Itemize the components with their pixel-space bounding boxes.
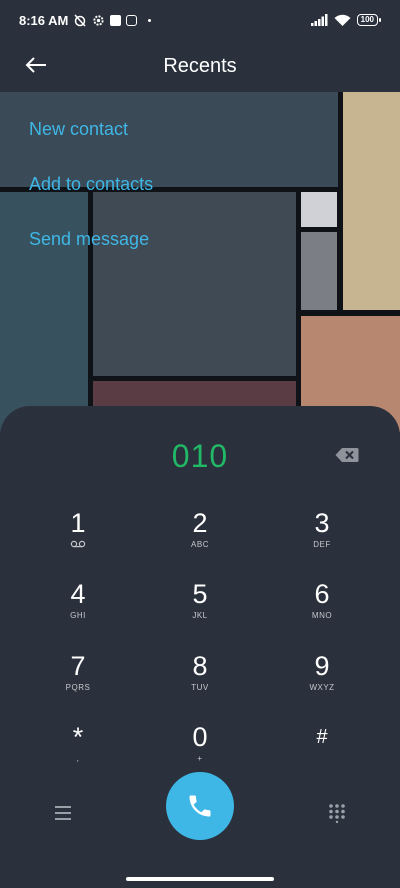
key-digit: #	[316, 726, 328, 748]
key-3[interactable]: 3 DEF	[267, 508, 377, 570]
dot-icon	[148, 18, 152, 22]
voicemail-icon	[70, 540, 86, 550]
battery-level: 100	[360, 15, 374, 24]
key-letters: ABC	[191, 540, 209, 549]
home-indicator[interactable]	[126, 877, 274, 881]
wallpaper-tile	[301, 192, 337, 227]
signal-icon	[310, 14, 328, 26]
square-icon	[110, 14, 122, 26]
key-hash[interactable]: #	[267, 722, 377, 784]
status-left: 8:16 AM	[19, 12, 152, 28]
key-digit: 5	[192, 579, 208, 609]
key-9[interactable]: 9 WXYZ	[267, 651, 377, 713]
key-letters: DEF	[313, 540, 331, 549]
add-to-contacts-option[interactable]: Add to contacts	[29, 174, 153, 195]
key-1[interactable]: 1	[23, 508, 133, 570]
key-letters: GHI	[70, 611, 86, 620]
key-letters: TUV	[191, 683, 209, 692]
key-8[interactable]: 8 TUV	[145, 651, 255, 713]
status-right: 100	[310, 14, 382, 27]
key-digit: 3	[314, 508, 330, 538]
phone-icon	[189, 795, 211, 817]
dialer-panel: 010 1 2 ABC 3 DEF 4 GHI 5 JKL 6 MNO 7 PQ…	[0, 406, 400, 888]
wallpaper-tile	[343, 92, 400, 310]
wifi-icon	[334, 14, 351, 26]
wallpaper-tile	[301, 232, 337, 310]
key-digit: 2	[192, 508, 208, 538]
key-digit: 8	[192, 651, 208, 681]
key-digit: 7	[70, 651, 86, 681]
wallpaper-tile	[0, 192, 88, 432]
settings-icon	[93, 14, 104, 26]
hamburger-menu-icon[interactable]	[53, 804, 75, 822]
key-letters: ,	[76, 754, 80, 763]
keypad-grid-icon[interactable]	[327, 803, 347, 823]
key-digit: 0	[192, 722, 208, 752]
key-letters: MNO	[311, 611, 333, 620]
status-time: 8:16 AM	[19, 12, 69, 28]
key-letters: JKL	[192, 611, 208, 620]
backspace-icon[interactable]	[335, 447, 359, 463]
mi-badge-icon	[126, 14, 138, 26]
header: Recents	[0, 40, 400, 92]
key-4[interactable]: 4 GHI	[23, 579, 133, 641]
back-button[interactable]	[20, 52, 52, 78]
key-digit: 1	[70, 508, 86, 538]
key-6[interactable]: 6 MNO	[267, 579, 377, 641]
key-letters: +	[197, 754, 203, 763]
key-digit: 6	[314, 579, 330, 609]
key-2[interactable]: 2 ABC	[145, 508, 255, 570]
key-letters: PQRS	[65, 683, 91, 692]
battery-icon: 100	[356, 14, 382, 26]
call-button[interactable]	[166, 772, 234, 840]
key-5[interactable]: 5 JKL	[145, 579, 255, 641]
key-letters: WXYZ	[309, 683, 335, 692]
status-bar: 8:16 AM 100	[0, 0, 400, 40]
contact-wallpaper	[0, 92, 400, 432]
key-digit: *	[72, 722, 84, 752]
key-7[interactable]: 7 PQRS	[23, 651, 133, 713]
key-digit: 4	[70, 579, 86, 609]
wallpaper-tile	[93, 192, 296, 376]
alarm-off-icon	[74, 14, 86, 27]
key-digit: 9	[314, 651, 330, 681]
key-star[interactable]: * ,	[23, 722, 133, 784]
new-contact-option[interactable]: New contact	[29, 119, 128, 140]
arrow-left-icon	[25, 57, 46, 73]
send-message-option[interactable]: Send message	[29, 229, 149, 250]
page-title: Recents	[163, 54, 237, 77]
